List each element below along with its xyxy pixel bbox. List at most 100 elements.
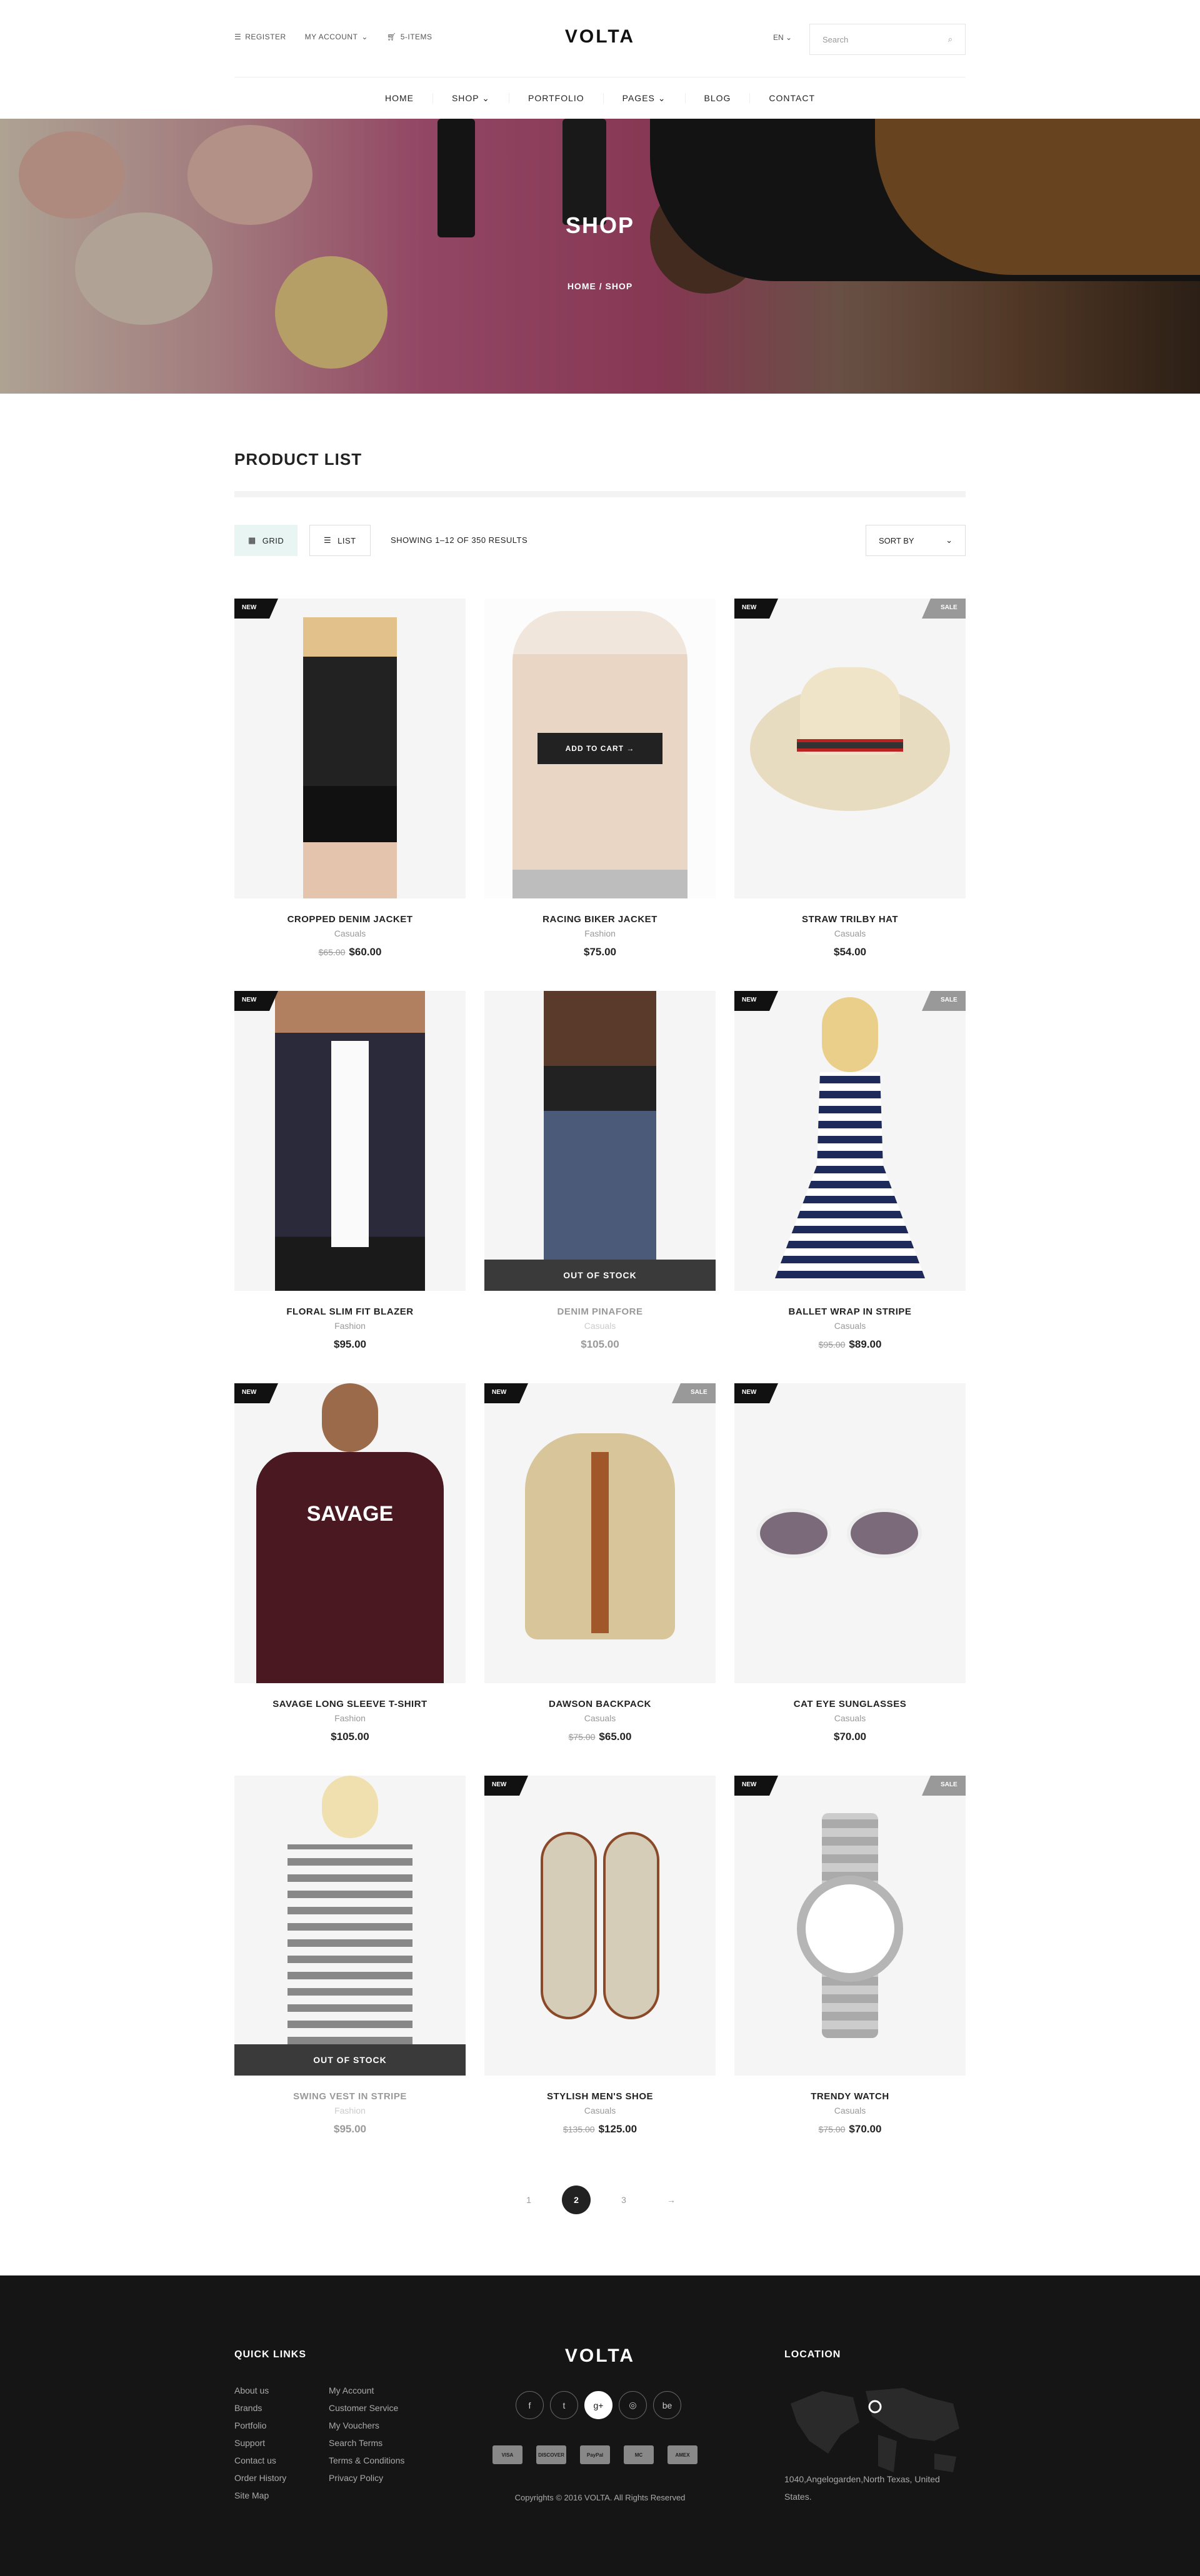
product-name[interactable]: CROPPED DENIM JACKET [234, 914, 466, 925]
footer-link[interactable]: Customer Service [329, 2399, 404, 2417]
product-name[interactable]: SAVAGE LONG SLEEVE T-SHIRT [234, 1699, 466, 1709]
add-to-cart-button[interactable]: ADD TO CART → [538, 733, 662, 764]
grid-view-button[interactable]: ▦ GRID [234, 525, 298, 556]
product-category: Casuals [584, 2106, 616, 2116]
language-selector[interactable]: EN ⌄ [773, 33, 792, 42]
nav-shop[interactable]: SHOP ⌄ [432, 92, 509, 104]
visa-icon: VISA [492, 2445, 522, 2464]
google-plus-icon[interactable]: g+ [584, 2391, 612, 2419]
product-name[interactable]: FLORAL SLIM FIT BLAZER [234, 1306, 466, 1317]
search-input[interactable]: Search ⌕ [809, 24, 966, 55]
product-card[interactable]: NEW CROPPED DENIM JACKET Casuals $65.00 $… [234, 599, 466, 958]
product-category: Casuals [834, 1713, 866, 1723]
product-image[interactable]: NEW [484, 1776, 716, 2076]
nav-contact[interactable]: CONTACT [749, 93, 834, 103]
footer-link[interactable]: Contact us [234, 2452, 286, 2469]
product-image[interactable]: NEW SALE [734, 599, 966, 898]
new-badge: NEW [234, 599, 278, 619]
sale-badge: SALE [922, 991, 966, 1011]
footer-link[interactable]: Privacy Policy [329, 2469, 404, 2487]
footer-link[interactable]: Support [234, 2434, 286, 2452]
product-name[interactable]: DENIM PINAFORE [484, 1306, 716, 1317]
footer-link[interactable]: Order History [234, 2469, 286, 2487]
footer-link[interactable]: Search Terms [329, 2434, 404, 2452]
product-card[interactable]: NEW SALE STRAW TRILBY HAT Casuals $54.00 [734, 599, 966, 958]
current-price: $105.00 [331, 1731, 369, 1743]
footer: QUICK LINKS About us Brands Portfolio Su… [0, 2275, 1200, 2576]
product-card[interactable]: NEW SALE DAWSON BACKPACK Casuals $75.00 $… [484, 1383, 716, 1743]
product-image[interactable]: NEW [734, 1383, 966, 1683]
page-1[interactable]: 1 [514, 2186, 543, 2214]
nav-portfolio[interactable]: PORTFOLIO [509, 93, 603, 103]
product-name[interactable]: BALLET WRAP IN STRIPE [734, 1306, 966, 1317]
current-price: $70.00 [849, 2123, 882, 2135]
product-price: $95.00 [234, 1338, 466, 1351]
product-card[interactable]: ADD TO CART → RACING BIKER JACKET Fashio… [484, 599, 716, 958]
product-card[interactable]: OUT OF STOCK SWING VEST IN STRIPE Fashio… [234, 1776, 466, 2136]
out-of-stock-label: OUT OF STOCK [484, 1260, 716, 1291]
page-title: PRODUCT LIST [234, 450, 362, 469]
product-name[interactable]: DAWSON BACKPACK [484, 1699, 716, 1709]
product-name[interactable]: STRAW TRILBY HAT [734, 914, 966, 925]
footer-link[interactable]: Terms & Conditions [329, 2452, 404, 2469]
new-badge: NEW [234, 1383, 278, 1403]
product-name[interactable]: CAT EYE SUNGLASSES [734, 1699, 966, 1709]
product-card[interactable]: NEW SALE TRENDY WATCH Casuals $75.00 $70.… [734, 1776, 966, 2136]
product-category: Casuals [334, 928, 366, 938]
footer-link[interactable]: My Account [329, 2382, 404, 2399]
grid-label: GRID [262, 535, 284, 545]
quick-links-col2: My Account Customer Service My Vouchers … [329, 2382, 404, 2487]
product-name[interactable]: STYLISH MEN'S SHOE [484, 2091, 716, 2102]
twitter-icon[interactable]: t [550, 2391, 578, 2419]
facebook-icon[interactable]: f [516, 2391, 544, 2419]
search-icon[interactable]: ⌕ [948, 34, 952, 44]
product-image[interactable]: OUT OF STOCK [484, 991, 716, 1291]
behance-icon[interactable]: be [653, 2391, 681, 2419]
product-image[interactable]: NEW SALE [484, 1383, 716, 1683]
current-price: $125.00 [598, 2123, 638, 2135]
nav-pages-label: PAGES [622, 92, 655, 103]
product-card[interactable]: NEW STYLISH MEN'S SHOE Casuals $135.00 $1… [484, 1776, 716, 2136]
current-price: $89.00 [849, 1338, 882, 1350]
product-name[interactable]: TRENDY WATCH [734, 2091, 966, 2102]
sort-dropdown[interactable]: SORT BY ⌄ [866, 525, 966, 556]
product-name[interactable]: RACING BIKER JACKET [484, 914, 716, 925]
product-image[interactable]: SAVAGE NEW [234, 1383, 466, 1683]
list-view-button[interactable]: ☰ LIST [309, 525, 371, 556]
footer-logo[interactable]: VOLTA [0, 2345, 1200, 2367]
product-image[interactable]: OUT OF STOCK [234, 1776, 466, 2076]
product-card[interactable]: OUT OF STOCK DENIM PINAFORE Casuals $105… [484, 991, 716, 1351]
footer-link[interactable]: Portfolio [234, 2417, 286, 2434]
product-category: Casuals [834, 1321, 866, 1331]
nav-pages[interactable]: PAGES ⌄ [602, 92, 685, 104]
nav-blog[interactable]: BLOG [684, 93, 750, 103]
product-category: Fashion [584, 928, 616, 938]
page-2[interactable]: 2 [562, 2186, 591, 2214]
product-image[interactable]: NEW [234, 599, 466, 898]
product-image[interactable]: NEW [234, 991, 466, 1291]
language-label: EN [773, 33, 784, 42]
footer-link[interactable]: About us [234, 2382, 286, 2399]
footer-link[interactable]: My Vouchers [329, 2417, 404, 2434]
address: 1040,Angelogarden,North Texas, United St… [784, 2474, 940, 2502]
top-header: ☰ REGISTER MY ACCOUNT ⌄ 🛒︎ 5-ITEMS VOLTA EN… [234, 0, 966, 77]
next-page-arrow-icon[interactable]: → [657, 2186, 686, 2214]
product-card[interactable]: NEW SALE BALLET WRAP IN STRIPE Casuals $… [734, 991, 966, 1351]
product-card[interactable]: NEW FLORAL SLIM FIT BLAZER Fashion $95.0… [234, 991, 466, 1351]
product-image[interactable]: NEW SALE [734, 991, 966, 1291]
product-image[interactable]: NEW SALE [734, 1776, 966, 2076]
footer-link[interactable]: Brands [234, 2399, 286, 2417]
nav-home[interactable]: HOME [366, 93, 432, 103]
new-badge: NEW [234, 991, 278, 1011]
product-card[interactable]: SAVAGE NEW SAVAGE LONG SLEEVE T-SHIRT Fa… [234, 1383, 466, 1743]
pagination: 1 2 3 → [0, 2186, 1200, 2214]
page-3[interactable]: 3 [609, 2186, 638, 2214]
product-name[interactable]: SWING VEST IN STRIPE [234, 2091, 466, 2102]
payment-methods: VISA DISCOVER PayPal MC AMEX [492, 2445, 698, 2464]
product-category: Fashion [334, 2106, 366, 2116]
instagram-icon[interactable]: ◎ [619, 2391, 647, 2419]
old-price: $75.00 [568, 1732, 596, 1742]
product-price: $95.00 $89.00 [734, 1338, 966, 1351]
product-card[interactable]: NEW CAT EYE SUNGLASSES Casuals $70.00 [734, 1383, 966, 1743]
product-image[interactable]: ADD TO CART → [484, 599, 716, 898]
